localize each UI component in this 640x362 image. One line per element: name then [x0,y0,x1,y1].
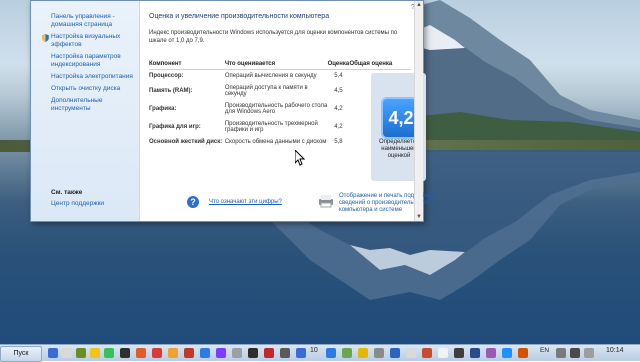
row-what: Операций вычисления в секунду [224,73,317,79]
shield-icon [42,34,49,42]
clock[interactable]: 10:14 [606,347,624,354]
taskbar-app-icon[interactable] [438,348,448,358]
print-details-icon [319,195,333,208]
row-what: Операций доступа к памяти в секунду [224,85,308,97]
taskbar-app-icon[interactable] [406,348,416,358]
taskbar-app-icon[interactable] [518,348,528,358]
main-panel: Оценка и увеличение производительности к… [149,1,435,221]
taskbar-app-icon[interactable] [136,348,146,358]
sidebar-link-power[interactable]: Настройка электропитания [51,73,139,81]
sidebar-link-control-panel-home[interactable]: Панель управления - домашняя страница [51,13,139,29]
taskbar-app-icon[interactable] [232,348,242,358]
row-score: 4,2 [334,124,343,130]
row-component: Графика для игр: [149,124,201,130]
window-scrollbar[interactable]: ▲ ▼ [414,1,423,221]
tray-icon[interactable] [584,348,594,358]
taskbar-app-icon[interactable] [296,348,306,358]
tray-icon[interactable] [556,348,566,358]
sidebar-link-help-center[interactable]: Центр поддержки [51,200,104,207]
row-score: 4,5 [334,88,343,94]
mouse-cursor-icon [295,150,305,166]
page-description: Индекс производительности Windows исполь… [149,30,398,44]
tray-icon[interactable] [570,348,580,358]
taskbar: Пуск 10 EN 10:14 [0,344,640,362]
what-do-numbers-mean-link[interactable]: Что означают эти цифры? [209,199,282,205]
taskbar-app-icon[interactable] [390,348,400,358]
taskbar-app-icon[interactable] [62,348,72,358]
sidebar-link-disk-cleanup[interactable]: Открыть очистку диска [51,85,139,93]
taskbar-app-icon[interactable] [374,348,384,358]
sidebar-link-indexing[interactable]: Настройка параметров индексирования [51,53,139,69]
scroll-down-icon[interactable]: ▼ [415,213,423,221]
row-score: 4,2 [334,106,343,112]
taskbar-app-icon[interactable] [90,348,100,358]
performance-window[interactable]: Панель управления - домашняя страница На… [30,0,435,222]
taskbar-app-icon[interactable] [280,348,290,358]
see-also-heading: См. также [51,189,83,196]
taskbar-app-icon[interactable] [200,348,210,358]
taskbar-app-icon[interactable] [470,348,480,358]
taskbar-count-label: 10 [310,347,318,354]
col-base-score: Общая оценка [349,59,411,70]
taskbar-app-icon[interactable] [326,348,336,358]
col-component: Компонент [149,59,225,70]
row-component: Память (RAM): [149,88,193,94]
scroll-up-icon[interactable]: ▲ [415,1,423,9]
taskbar-app-icon[interactable] [264,348,274,358]
row-score: 5,8 [334,139,343,145]
row-score: 5,4 [334,73,343,79]
row-what: Производительность трехмерной графики и … [224,121,318,133]
taskbar-app-icon[interactable] [358,348,368,358]
sidebar: Панель управления - домашняя страница На… [31,1,140,221]
taskbar-app-icon[interactable] [502,348,512,358]
row-component: Процессор: [149,73,184,79]
row-what: Производительность рабочего стола для Wi… [224,103,328,115]
row-component: Графика: [149,106,177,112]
taskbar-app-icon[interactable] [422,348,432,358]
page-title: Оценка и увеличение производительности к… [149,13,330,20]
sidebar-link-visual-effects[interactable]: Настройка визуальных эффектов [51,33,139,49]
col-score: Оценка [327,59,350,70]
taskbar-app-icon[interactable] [76,348,86,358]
taskbar-app-icon[interactable] [104,348,114,358]
taskbar-app-icon[interactable] [248,348,258,358]
taskbar-app-icon[interactable] [120,348,130,358]
help-question-icon: ? [187,196,199,208]
language-indicator[interactable]: EN [540,347,549,354]
taskbar-app-icon[interactable] [216,348,226,358]
col-what: Что оценивается [224,59,328,70]
taskbar-app-icon[interactable] [48,348,58,358]
taskbar-app-icon[interactable] [486,348,496,358]
sidebar-link-advanced-tools[interactable]: Дополнительные инструменты [51,97,139,113]
taskbar-app-icon[interactable] [454,348,464,358]
taskbar-app-icon[interactable] [342,348,352,358]
taskbar-app-icon[interactable] [184,348,194,358]
row-what: Скорость обмена данными с диском [224,139,327,145]
taskbar-app-icon[interactable] [152,348,162,358]
row-component: Основной жесткий диск: [149,139,223,145]
taskbar-app-icon[interactable] [168,348,178,358]
